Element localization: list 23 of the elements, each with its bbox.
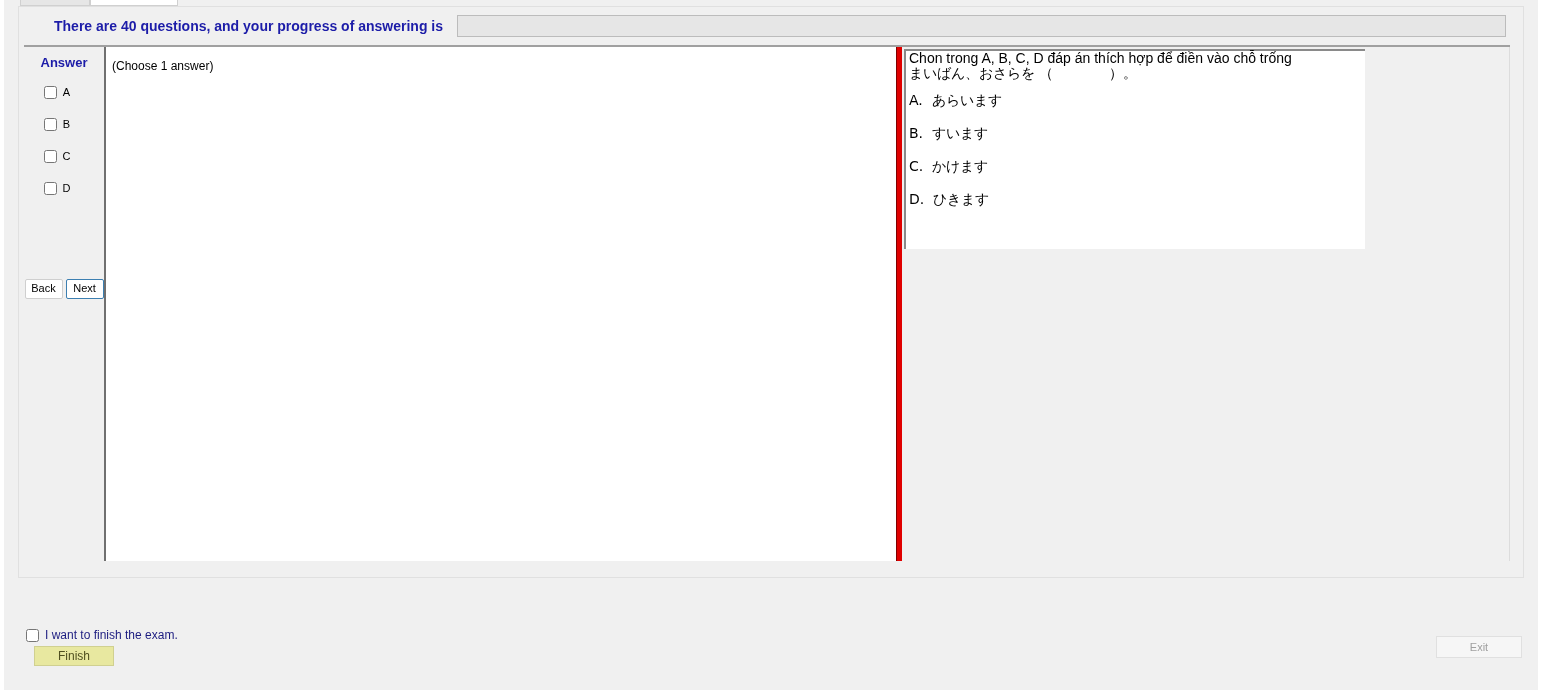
answer-checkbox[interactable] [43, 118, 57, 131]
answer-checkbox[interactable] [43, 182, 57, 195]
choice-text: C. かけます [909, 157, 990, 176]
option-label: D [62, 181, 71, 197]
finish-button[interactable]: Finish [34, 646, 114, 666]
option-label: C [62, 149, 71, 165]
question-instruction: Chon trong A, B, C, D đáp án thích hợp để điền vào chỗ trống [909, 51, 1293, 66]
answer-checkbox[interactable] [43, 150, 57, 163]
answer-checkbox[interactable] [43, 86, 57, 99]
option-label: B [62, 117, 71, 133]
choice-text: D. ひきます [909, 190, 991, 209]
progress-text: There are 40 questions, and your progress of answering is [54, 16, 443, 36]
next-button[interactable]: Next [65, 278, 104, 299]
answer-area[interactable]: (Choose 1 answer) [104, 47, 896, 561]
choice-text: B. すいます [909, 124, 989, 143]
finish-checkbox[interactable] [26, 628, 39, 642]
option-label: A [62, 85, 71, 101]
answer-title: Answer [40, 54, 88, 72]
back-button[interactable]: Back [24, 278, 63, 299]
question-stem: まいばん、おさらを （ ）。 [909, 66, 1138, 81]
answer-hint: (Choose 1 answer) [112, 59, 214, 73]
finish-label: I want to finish the exam. [45, 627, 178, 644]
choice-text: A. あらいます [909, 91, 1003, 110]
